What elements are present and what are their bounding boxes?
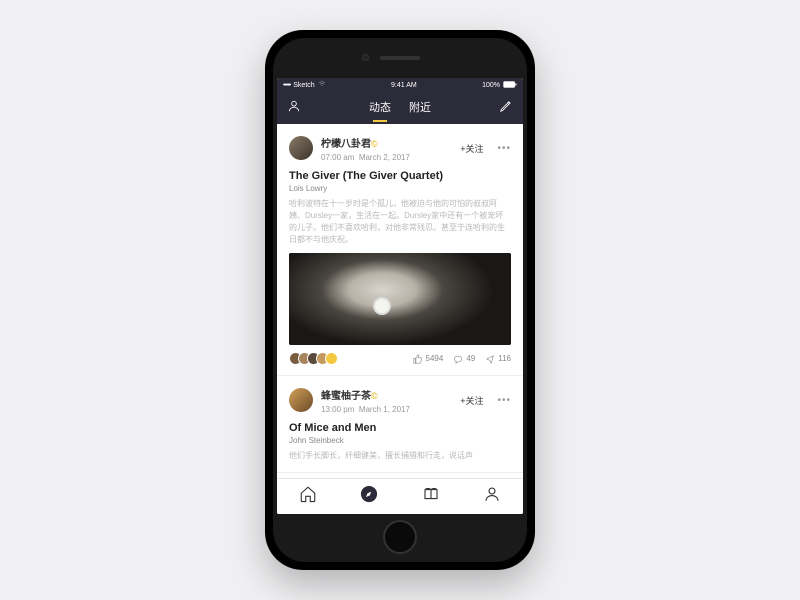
verified-badge-icon: © <box>371 139 378 149</box>
phone-frame: ••••• Sketch 9:41 AM 100% <box>265 30 535 570</box>
timestamp: 07:00 am March 2, 2017 <box>321 153 452 162</box>
nav-profile-icon[interactable] <box>483 485 501 508</box>
status-bar: ••••• Sketch 9:41 AM 100% <box>277 78 523 92</box>
like-button[interactable]: 5494 <box>413 354 444 364</box>
post-author: John Steinbeck <box>289 436 511 445</box>
battery-icon <box>503 81 517 90</box>
post-body: 他们手长脚长，纤细健美，擅长捕猎和行走，说话声 <box>289 450 511 462</box>
feed: 柠檬八卦君© 07:00 am March 2, 2017 +关注 ••• Th… <box>277 124 523 478</box>
compose-icon[interactable] <box>499 99 513 118</box>
top-nav: 动态 附近 <box>277 92 523 124</box>
signal-dots-icon: ••••• <box>283 82 290 89</box>
nav-library-icon[interactable] <box>422 485 440 508</box>
nav-explore-icon[interactable] <box>360 485 378 508</box>
share-button[interactable]: 116 <box>485 354 511 364</box>
nav-home-icon[interactable] <box>299 485 317 508</box>
avatar[interactable] <box>289 136 313 160</box>
tab-feed[interactable]: 动态 <box>369 99 391 118</box>
follow-button[interactable]: +关注 <box>460 394 483 407</box>
front-camera <box>362 54 369 61</box>
post-author: Lois Lowry <box>289 184 511 193</box>
username[interactable]: 柠檬八卦君 <box>321 139 371 150</box>
post-title: The Giver (The Giver Quartet) <box>289 170 511 182</box>
battery-label: 100% <box>482 82 500 89</box>
speaker-grille <box>380 56 420 60</box>
verified-badge-icon: © <box>371 391 378 401</box>
bottom-nav <box>277 478 523 514</box>
comment-button[interactable]: 49 <box>453 354 475 364</box>
more-icon[interactable]: ••• <box>497 395 511 406</box>
phone-bezel: ••••• Sketch 9:41 AM 100% <box>273 38 527 562</box>
carrier-label: Sketch <box>293 82 314 89</box>
clock-label: 9:41 AM <box>391 82 417 89</box>
screen: ••••• Sketch 9:41 AM 100% <box>277 78 523 514</box>
post-card: 柠檬八卦君© 07:00 am March 2, 2017 +关注 ••• Th… <box>277 124 523 376</box>
profile-icon[interactable] <box>287 99 301 118</box>
more-icon[interactable]: ••• <box>497 143 511 154</box>
username[interactable]: 蜂蜜柚子茶 <box>321 391 371 402</box>
liker-avatars[interactable] <box>289 352 338 365</box>
tab-nearby[interactable]: 附近 <box>409 99 431 118</box>
post-card: 蜂蜜柚子茶© 13:00 pm March 1, 2017 +关注 ••• Of… <box>277 376 523 473</box>
timestamp: 13:00 pm March 1, 2017 <box>321 405 452 414</box>
avatar[interactable] <box>289 388 313 412</box>
post-image[interactable] <box>289 253 511 345</box>
post-body: 哈利波特在十一岁时是个孤儿，他被迫与他的可怕的叔叔阿姨、Dursley一家，生活… <box>289 198 511 246</box>
home-button[interactable] <box>383 520 417 554</box>
wifi-icon <box>318 80 326 90</box>
follow-button[interactable]: +关注 <box>460 142 483 155</box>
post-title: Of Mice and Men <box>289 422 511 434</box>
